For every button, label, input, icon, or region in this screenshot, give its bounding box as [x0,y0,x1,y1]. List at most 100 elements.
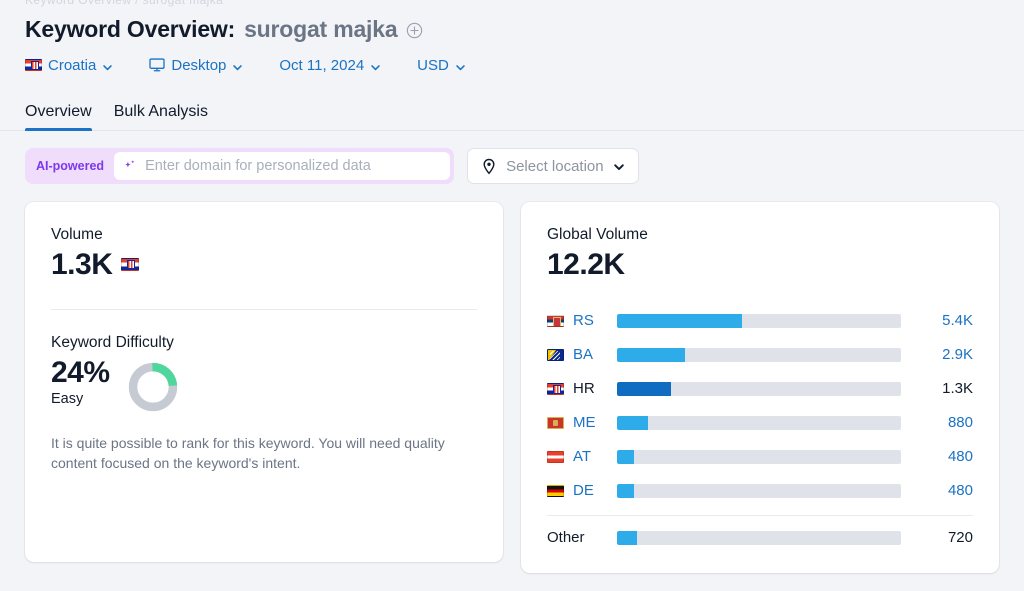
kd-donut-chart [126,360,180,414]
cards-container: Volume 1.3K Keyword Difficulty 24% Easy … [0,184,1024,573]
monitor-icon [149,58,166,72]
volume-bar-fill [617,530,637,545]
ai-domain-input-wrap[interactable] [114,152,451,180]
breadcrumb: Keyword Overview / surogat majka [25,0,224,7]
tab-bar: Overview Bulk Analysis [0,95,1024,131]
filter-device-label: Desktop [171,56,227,74]
global-volume-label: Global Volume [547,226,648,243]
flag-de-icon [547,484,564,497]
filter-currency[interactable]: USD [417,57,466,74]
filter-device[interactable]: Desktop [149,57,243,74]
kd-label: Keyword Difficulty [51,333,174,351]
volume-bar-fill [617,415,649,430]
filter-date-label: Oct 11, 2024 [279,56,365,74]
flag-ba-icon [547,348,564,361]
volume-card: Volume 1.3K Keyword Difficulty 24% Easy … [25,202,503,562]
divider [51,308,477,310]
country-volume-row: DE 480 [547,474,973,508]
country-code-me[interactable]: ME [547,414,617,431]
volume-bar-fill [617,449,635,464]
kd-row: 24% Easy [51,355,477,414]
volume-bar-fill [617,347,686,362]
global-volume-value: 12.2K [547,248,625,281]
country-code-label: ME [573,414,596,431]
volume-value[interactable]: 1.3K [915,380,973,397]
ai-powered-badge: AI-powered [36,159,105,173]
page-header: Keyword Overview: surogat majka Croatia [0,0,1024,77]
keyword-text: surogat majka [244,15,398,42]
volume-value[interactable]: 480 [915,482,973,499]
flag-rs-icon [547,314,564,327]
volume-value[interactable]: 5.4K [915,312,973,329]
country-code-label: HR [573,380,595,397]
location-select[interactable]: Select location [467,148,639,184]
country-code-label: BA [573,346,594,363]
chevron-down-icon [455,60,466,71]
volume-bar-track [617,530,901,545]
filter-currency-label: USD [417,56,449,74]
country-code-hr[interactable]: HR [547,380,617,397]
volume-bar-track [617,347,901,362]
kd-note: It is quite possible to rank for this ke… [51,434,445,471]
global-volume-card: Global Volume 12.2K RS 5.4K BA 2.9K HR 1.3K ME… [521,202,999,573]
flag-me-icon [547,416,564,429]
country-volume-row: Other 720 [547,521,973,555]
title-row: Keyword Overview: surogat majka [25,14,999,44]
country-code-label: Other [547,529,585,546]
flag-hr-icon [121,258,140,272]
filter-row: Croatia Desktop Oct 11, 2024 USD [25,53,999,77]
tab-bulk-analysis[interactable]: Bulk Analysis [114,103,208,130]
volume-bar-fill [617,483,635,498]
volume-bar-track [617,313,901,328]
volume-value: 1.3K [51,248,113,281]
flag-hr-icon [547,382,564,395]
chevron-down-icon [102,60,113,71]
volume-bar-fill [617,313,742,328]
country-code-label: RS [573,312,594,329]
country-code-label: AT [573,448,592,465]
volume-value-row: 1.3K [51,246,477,284]
country-code-label: DE [573,482,594,499]
flag-hr-icon [25,59,42,71]
kd-value: 24% [51,355,110,389]
volume-value[interactable]: 880 [915,414,973,431]
filter-country-label: Croatia [48,56,97,74]
volume-bar-track [617,381,901,396]
chevron-down-icon [370,60,381,71]
page-title: Keyword Overview: [25,15,236,42]
country-volume-row: BA 2.9K [547,338,973,372]
flag-at-icon [547,450,564,463]
country-volume-row: AT 480 [547,440,973,474]
sparkle-icon [123,159,137,173]
volume-label: Volume [51,226,103,243]
country-volume-row: HR 1.3K [547,372,973,406]
ai-toolbar: AI-powered Select location [0,131,1024,184]
location-select-label: Select location [506,157,604,175]
country-code-ba[interactable]: BA [547,346,617,363]
ai-domain-input[interactable] [145,158,440,174]
filter-date[interactable]: Oct 11, 2024 [279,57,381,74]
volume-bar-track [617,483,901,498]
ai-domain-shell: AI-powered [25,148,455,184]
kd-rating: Easy [51,390,84,407]
country-volume-row: ME 880 [547,406,973,440]
map-pin-icon [481,158,497,175]
volume-bar-track [617,449,901,464]
volume-value: 720 [947,529,973,546]
volume-bar-fill [617,381,671,396]
filter-country[interactable]: Croatia [25,57,113,74]
global-volume-list: RS 5.4K BA 2.9K HR 1.3K ME 880 AT 480 DE 480 Other 72… [547,304,973,555]
volume-bar-track [617,415,901,430]
tab-overview[interactable]: Overview [25,103,92,131]
country-code-de[interactable]: DE [547,482,617,499]
country-code-other: Other [547,529,617,546]
chevron-down-icon [613,160,625,172]
divider [547,514,973,516]
volume-value[interactable]: 2.9K [915,346,973,363]
country-code-rs[interactable]: RS [547,312,617,329]
chevron-down-icon [232,60,243,71]
plus-circle-icon[interactable] [406,22,423,39]
country-code-at[interactable]: AT [547,448,617,465]
country-volume-row: RS 5.4K [547,304,973,338]
volume-value[interactable]: 480 [915,448,973,465]
